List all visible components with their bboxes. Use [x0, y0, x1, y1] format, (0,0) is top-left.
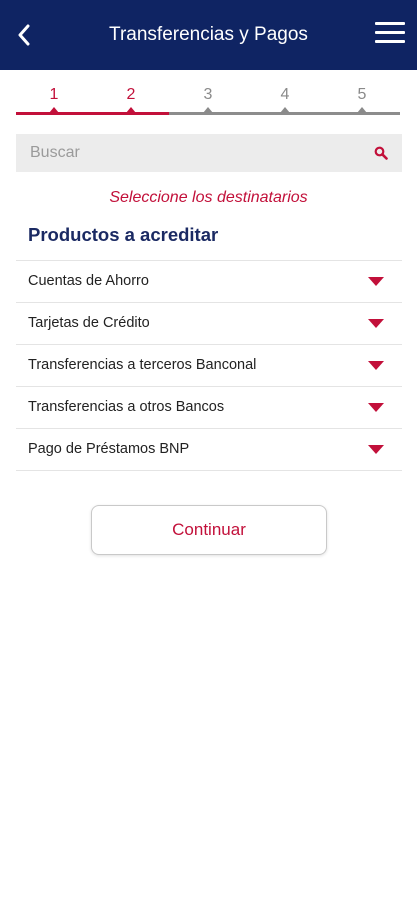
chevron-down-icon [368, 361, 384, 370]
chevron-down-icon [368, 319, 384, 328]
menu-button[interactable] [375, 22, 405, 48]
step-3: 3 [193, 86, 223, 113]
step-marker [49, 107, 59, 113]
step-1: 1 [39, 86, 69, 113]
step-marker [357, 107, 367, 113]
app-header: Transferencias y Pagos [0, 0, 417, 70]
step-4: 4 [270, 86, 300, 113]
chevron-down-icon [368, 277, 384, 286]
page-title: Transferencias y Pagos [109, 24, 308, 45]
list-item-tarjetas-de-credito[interactable]: Tarjetas de Crédito [16, 302, 402, 344]
list-item-label: Transferencias a terceros Banconal [28, 357, 257, 373]
step-5: 5 [347, 86, 377, 113]
chevron-down-icon [368, 445, 384, 454]
chevron-down-icon [368, 403, 384, 412]
list-item-label: Cuentas de Ahorro [28, 273, 149, 289]
instruction-text: Seleccione los destinatarios [109, 189, 308, 206]
chevron-left-icon [18, 24, 30, 46]
section-title: Productos a acreditar [28, 224, 219, 245]
step-marker [203, 107, 213, 113]
step-marker [126, 107, 136, 113]
continue-button[interactable]: Continuar [91, 505, 327, 555]
step-marker [280, 107, 290, 113]
list-item-cuentas-de-ahorro[interactable]: Cuentas de Ahorro [16, 260, 402, 302]
search-icon[interactable] [374, 146, 388, 160]
hamburger-menu-icon [375, 22, 405, 25]
list-item-label: Tarjetas de Crédito [28, 315, 150, 331]
list-item-transferencias-terceros[interactable]: Transferencias a terceros Banconal [16, 344, 402, 386]
product-list: Cuentas de Ahorro Tarjetas de Crédito Tr… [16, 260, 402, 471]
list-item-label: Pago de Préstamos BNP [28, 441, 190, 457]
back-button[interactable] [8, 18, 40, 52]
list-item-label: Transferencias a otros Bancos [28, 399, 225, 415]
step-2: 2 [116, 86, 146, 113]
search-placeholder: Buscar [30, 144, 80, 161]
list-item-pago-prestamos[interactable]: Pago de Préstamos BNP [16, 428, 402, 471]
search-input[interactable]: Buscar [16, 134, 402, 172]
progress-stepper: 1 2 3 4 5 [16, 86, 400, 116]
list-item-transferencias-otros-bancos[interactable]: Transferencias a otros Bancos [16, 386, 402, 428]
